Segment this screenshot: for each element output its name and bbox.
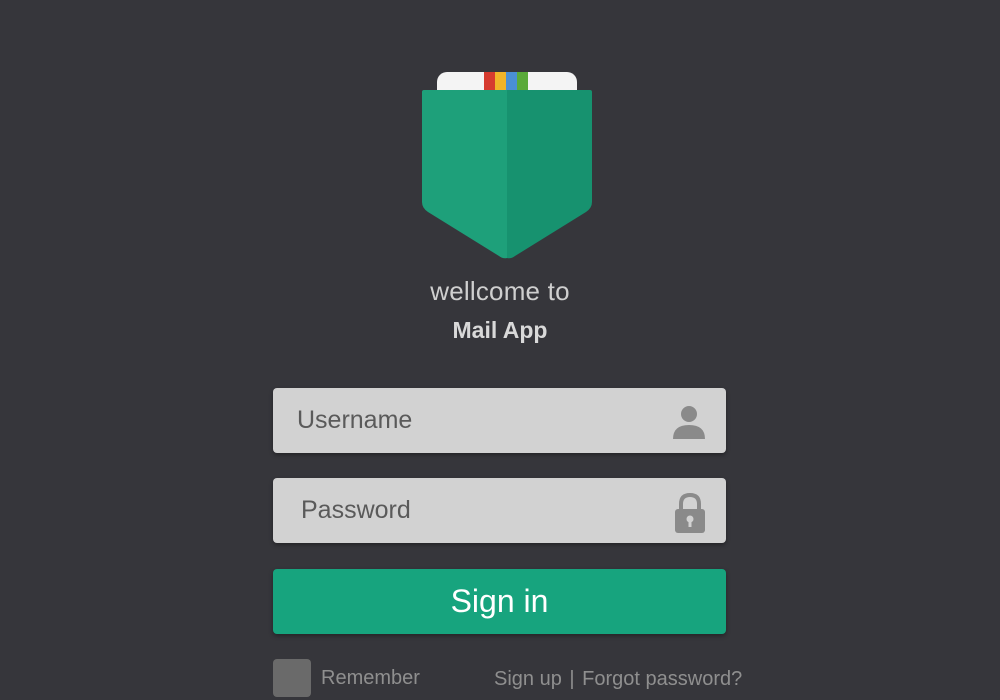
- password-input[interactable]: [273, 478, 726, 543]
- sign-up-link[interactable]: Sign up: [494, 668, 562, 690]
- link-separator: |: [569, 668, 575, 690]
- lock-icon: [670, 492, 710, 533]
- password-field[interactable]: [273, 478, 726, 543]
- username-input[interactable]: [273, 388, 726, 453]
- forgot-password-link[interactable]: Forgot password?: [582, 668, 742, 690]
- mail-pocket-logo-icon: [422, 72, 592, 259]
- remember-checkbox[interactable]: [273, 659, 311, 697]
- username-field[interactable]: [273, 388, 726, 453]
- auth-links: Sign up | Forgot password?: [494, 668, 742, 691]
- logo: [420, 70, 594, 262]
- user-icon: [670, 402, 710, 442]
- remember-label: Remember: [321, 667, 420, 689]
- welcome-text: wellcome to: [430, 276, 570, 306]
- app-name: Mail App: [452, 317, 548, 343]
- sign-in-button[interactable]: Sign in: [273, 569, 726, 634]
